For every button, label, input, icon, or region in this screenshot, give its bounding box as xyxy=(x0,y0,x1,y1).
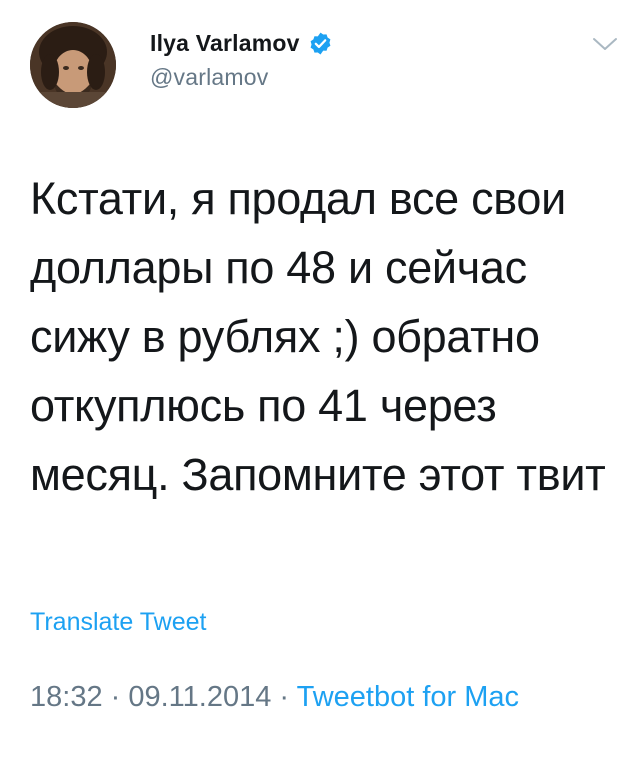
display-name[interactable]: Ilya Varlamov xyxy=(150,30,300,57)
tweet-text: Кстати, я продал все свои доллары по 48 … xyxy=(30,173,606,500)
author-names: Ilya Varlamov @varlamov xyxy=(150,26,333,91)
tweet-metadata: 18:32 · 09.11.2014 · Tweetbot for Mac xyxy=(30,676,590,718)
tweet-date: 09.11.2014 xyxy=(128,681,272,713)
verified-badge-icon xyxy=(308,31,333,56)
tweet-header: Ilya Varlamov @varlamov xyxy=(30,22,620,112)
chevron-down-icon[interactable] xyxy=(590,32,620,56)
tweet-source-link[interactable]: Tweetbot for Mac xyxy=(297,681,519,713)
meta-separator: · xyxy=(102,681,129,713)
tweet-card: Ilya Varlamov @varlamov Кстати, я продал… xyxy=(0,0,640,768)
avatar[interactable] xyxy=(30,22,116,108)
avatar-image xyxy=(30,22,116,108)
meta-separator-2: · xyxy=(271,681,297,713)
translate-tweet-link[interactable]: Translate Tweet xyxy=(30,608,206,637)
tweet-time: 18:32 xyxy=(30,681,103,713)
username-handle[interactable]: @varlamov xyxy=(150,64,333,91)
display-name-row: Ilya Varlamov xyxy=(150,26,333,60)
